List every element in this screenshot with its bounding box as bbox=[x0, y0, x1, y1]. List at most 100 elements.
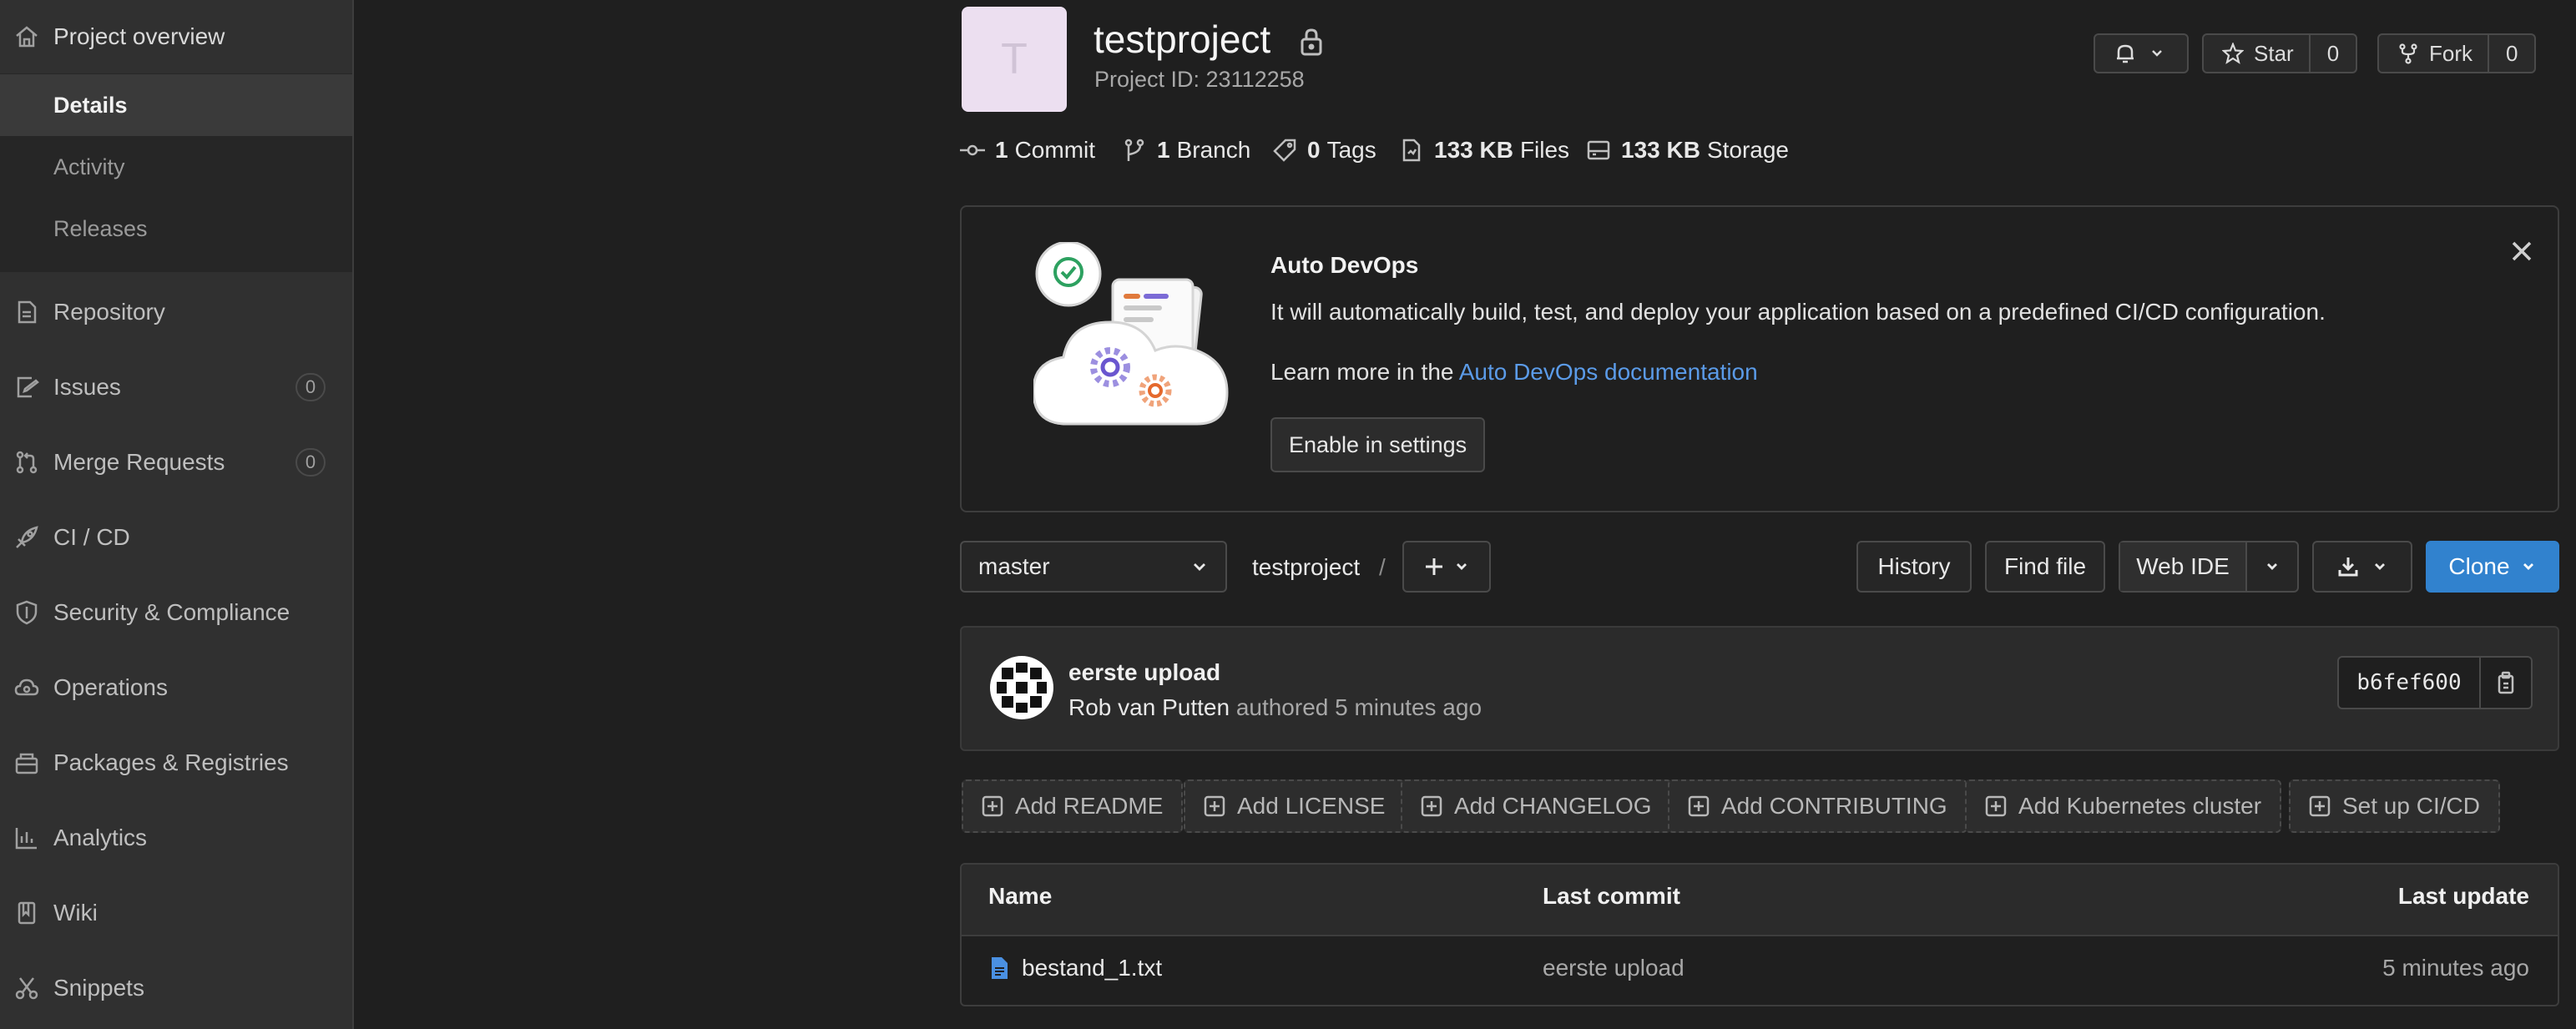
star-button[interactable]: Star 0 bbox=[2202, 33, 2358, 73]
fork-label: Fork bbox=[2429, 40, 2472, 66]
stat-files-value: 133 KB bbox=[1434, 137, 1513, 163]
sidebar: Project overview Details Activity Releas… bbox=[0, 0, 354, 1029]
stat-branches[interactable]: 1 Branch bbox=[1122, 137, 1250, 164]
commit-sha[interactable]: b6fef600 bbox=[2339, 658, 2481, 708]
add-license-button[interactable]: Add LICENSE bbox=[1184, 779, 1406, 833]
sidebar-subitem-details[interactable]: Details bbox=[0, 74, 352, 136]
stat-commits-value: 1 bbox=[995, 137, 1008, 163]
add-readme-label: Add README bbox=[1015, 793, 1164, 819]
sidebar-item-operations[interactable]: Operations bbox=[0, 651, 352, 724]
chart-icon bbox=[13, 825, 40, 851]
add-contributing-button[interactable]: Add CONTRIBUTING bbox=[1668, 779, 1967, 833]
sidebar-item-project-overview[interactable]: Project overview bbox=[0, 0, 352, 73]
document-icon bbox=[13, 299, 40, 325]
author-avatar[interactable] bbox=[990, 656, 1053, 719]
add-to-tree-dropdown[interactable] bbox=[1402, 541, 1491, 593]
find-file-button[interactable]: Find file bbox=[1985, 541, 2105, 593]
sidebar-subitem-releases[interactable]: Releases bbox=[0, 198, 352, 260]
stat-storage[interactable]: 133 KB Storage bbox=[1586, 137, 1789, 164]
clone-dropdown[interactable]: Clone bbox=[2426, 541, 2559, 593]
project-avatar: T bbox=[962, 7, 1067, 112]
sidebar-item-issues[interactable]: Issues 0 bbox=[0, 351, 352, 424]
stat-tags[interactable]: 0 Tags bbox=[1272, 137, 1376, 164]
shield-icon bbox=[13, 599, 40, 626]
commit-sha-group: b6fef600 bbox=[2337, 656, 2533, 709]
column-header-last-commit: Last commit bbox=[1543, 883, 1680, 909]
branch-selector[interactable]: master bbox=[960, 541, 1227, 593]
fork-button[interactable]: Fork 0 bbox=[2377, 33, 2537, 73]
commit-author[interactable]: Rob van Putten bbox=[1068, 694, 1230, 720]
sidebar-item-repository[interactable]: Repository bbox=[0, 275, 352, 349]
add-changelog-label: Add CHANGELOG bbox=[1454, 793, 1652, 819]
set-up-ci-cd-label: Set up CI/CD bbox=[2342, 793, 2480, 819]
breadcrumb-separator: / bbox=[1379, 554, 1386, 580]
sidebar-item-label: Security & Compliance bbox=[53, 599, 290, 625]
add-kubernetes-cluster-button[interactable]: Add Kubernetes cluster bbox=[1965, 779, 2282, 833]
commit-title[interactable]: eerste upload bbox=[1068, 659, 1220, 686]
sidebar-item-packages[interactable]: Packages & Registries bbox=[0, 726, 352, 799]
sidebar-item-wiki[interactable]: Wiki bbox=[0, 876, 352, 950]
sidebar-item-security[interactable]: Security & Compliance bbox=[0, 576, 352, 649]
text-file-icon bbox=[990, 956, 1008, 980]
stat-branches-value: 1 bbox=[1157, 137, 1170, 163]
download-dropdown[interactable] bbox=[2312, 541, 2412, 593]
web-ide-split-button: Web IDE bbox=[2119, 541, 2299, 593]
add-license-label: Add LICENSE bbox=[1237, 793, 1386, 819]
rocket-icon bbox=[13, 524, 40, 551]
stat-files[interactable]: 133 KB Files bbox=[1399, 137, 1569, 164]
close-icon[interactable] bbox=[2508, 237, 2536, 265]
stat-branches-label: Branch bbox=[1176, 137, 1251, 163]
chevron-down-icon bbox=[2149, 45, 2165, 62]
commit-icon bbox=[960, 138, 985, 163]
auto-devops-description: It will automatically build, test, and d… bbox=[1270, 299, 2326, 325]
tag-icon bbox=[1272, 138, 1297, 163]
sidebar-item-merge-requests[interactable]: Merge Requests 0 bbox=[0, 426, 352, 499]
project-title: testproject bbox=[1094, 18, 1271, 61]
web-ide-dropdown-toggle[interactable] bbox=[2247, 542, 2297, 591]
plus-square-icon bbox=[1985, 795, 2007, 817]
project-overview-subnav: Details Activity Releases bbox=[0, 73, 352, 272]
breadcrumb-path[interactable]: testproject bbox=[1252, 554, 1360, 581]
file-name[interactable]: bestand_1.txt bbox=[1022, 955, 1162, 981]
sidebar-item-analytics[interactable]: Analytics bbox=[0, 801, 352, 875]
stat-commits[interactable]: 1 Commit bbox=[960, 137, 1095, 164]
add-kubernetes-cluster-label: Add Kubernetes cluster bbox=[2018, 793, 2262, 819]
download-icon bbox=[2336, 555, 2360, 578]
sidebar-item-label: Project overview bbox=[53, 23, 225, 49]
file-last-commit[interactable]: eerste upload bbox=[1543, 955, 1685, 981]
enable-in-settings-button[interactable]: Enable in settings bbox=[1270, 417, 1486, 472]
chevron-down-icon bbox=[2520, 558, 2537, 575]
auto-devops-banner: Auto DevOps It will automatically build,… bbox=[960, 205, 2559, 512]
history-button[interactable]: History bbox=[1856, 541, 1972, 593]
stat-tags-label: Tags bbox=[1326, 137, 1376, 163]
sidebar-item-label: CI / CD bbox=[53, 524, 130, 550]
notification-dropdown[interactable] bbox=[2094, 33, 2189, 73]
learn-more-prefix: Learn more in the bbox=[1270, 359, 1459, 385]
file-last-update: 5 minutes ago bbox=[2382, 955, 2529, 981]
file-tree-table: Name Last commit Last update bestand_1.t… bbox=[960, 863, 2559, 1006]
sidebar-item-label: Issues bbox=[53, 374, 121, 400]
sidebar-subitem-activity[interactable]: Activity bbox=[0, 136, 352, 198]
sidebar-item-ci-cd[interactable]: CI / CD bbox=[0, 501, 352, 574]
merge-requests-count-badge: 0 bbox=[295, 448, 326, 477]
sidebar-item-snippets[interactable]: Snippets bbox=[0, 951, 352, 1025]
bell-icon bbox=[2095, 35, 2149, 72]
sidebar-item-label: Analytics bbox=[53, 825, 148, 850]
project-id: Project ID: 23112258 bbox=[1094, 67, 1305, 92]
lock-icon bbox=[1299, 27, 1324, 57]
add-changelog-button[interactable]: Add CHANGELOG bbox=[1401, 779, 1672, 833]
issues-icon bbox=[13, 374, 40, 401]
auto-devops-illustration bbox=[1033, 242, 1234, 434]
web-ide-button[interactable]: Web IDE bbox=[2120, 542, 2247, 591]
add-readme-button[interactable]: Add README bbox=[962, 779, 1184, 833]
chevron-down-icon bbox=[1453, 558, 1470, 575]
set-up-ci-cd-button[interactable]: Set up CI/CD bbox=[2289, 779, 2500, 833]
last-commit-panel: eerste upload Rob van Putten authored 5 … bbox=[960, 626, 2559, 751]
copy-sha-button[interactable] bbox=[2481, 658, 2531, 708]
column-header-name: Name bbox=[988, 883, 1053, 909]
project-avatar-letter: T bbox=[1001, 35, 1028, 83]
chevron-down-icon bbox=[2371, 558, 2388, 575]
auto-devops-docs-link[interactable]: Auto DevOps documentation bbox=[1459, 359, 1758, 385]
auto-devops-learn-more: Learn more in the Auto DevOps documentat… bbox=[1270, 359, 1758, 386]
auto-devops-title: Auto DevOps bbox=[1270, 252, 1419, 278]
